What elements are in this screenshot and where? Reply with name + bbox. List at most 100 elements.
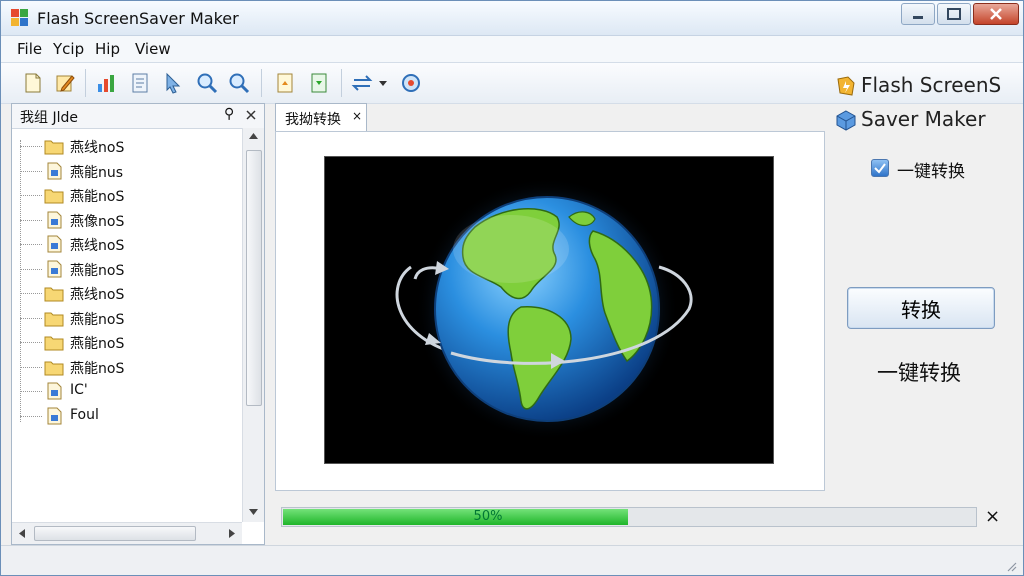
tree-item-label: 燕能noS — [70, 262, 125, 279]
earth-globe-image — [395, 177, 693, 441]
minimize-icon — [913, 16, 923, 19]
pointer-icon[interactable] — [161, 71, 185, 95]
tree-item[interactable]: 燕线noS — [12, 281, 242, 305]
refresh-icon[interactable] — [399, 71, 423, 95]
preview-frame — [275, 131, 825, 491]
scroll-left-icon[interactable] — [18, 528, 26, 539]
app-window: Flash ScreenSaver Maker File Ycip Hip Vi… — [0, 0, 1024, 576]
menu-hip[interactable]: Hip — [95, 40, 120, 58]
screensaver-preview — [324, 156, 774, 464]
close-window-button[interactable] — [973, 3, 1019, 25]
folder-icon — [44, 140, 64, 155]
tree-item[interactable]: 燕能noS — [12, 355, 242, 379]
tree-item[interactable]: Foul — [12, 404, 242, 428]
document-icon — [47, 260, 62, 277]
scroll-up-icon[interactable] — [248, 132, 259, 140]
scroll-thumb[interactable] — [34, 526, 196, 541]
import-icon[interactable] — [307, 71, 331, 95]
one-click-option[interactable]: 一键转换 — [871, 157, 1021, 182]
folder-icon — [44, 287, 64, 302]
sidebar-vertical-scrollbar[interactable] — [242, 128, 264, 522]
document-icon[interactable] — [129, 71, 153, 95]
progress-close-icon[interactable]: × — [985, 506, 1000, 527]
tree-item[interactable]: 燕线noS — [12, 134, 242, 158]
folder-icon — [44, 189, 64, 204]
document-icon — [47, 235, 62, 253]
maximize-icon — [947, 8, 961, 20]
one-click-checkbox[interactable] — [871, 159, 889, 177]
tree-item-label: IC' — [70, 382, 88, 398]
convert-button[interactable]: 转换 — [847, 287, 995, 329]
tree-connector — [20, 342, 42, 343]
toolbar-separator — [261, 69, 262, 97]
tree-item[interactable]: 燕能noS — [12, 183, 242, 207]
brand-title-line1: Flash ScreenS — [861, 73, 1002, 97]
tree-connector — [20, 391, 42, 392]
tree-connector — [20, 170, 42, 172]
zoom-in-icon[interactable] — [195, 71, 219, 95]
minimize-button[interactable] — [901, 3, 935, 25]
tree-item-label: 燕能noS — [70, 189, 125, 205]
tree-connector — [20, 268, 42, 270]
tab-convert[interactable]: 我拗转换 × — [275, 103, 367, 132]
tree-item[interactable]: 燕能noS — [12, 306, 242, 330]
brand-title-line2: Saver Maker — [861, 107, 986, 131]
tree-item-label: 燕能noS — [70, 360, 125, 377]
progress-percent-text: 50% — [473, 509, 503, 524]
tree-item[interactable]: 燕能noS — [12, 330, 242, 354]
tree-item-label: Foul — [70, 406, 99, 423]
status-bar — [1, 545, 1023, 575]
resize-grip-icon[interactable] — [1005, 560, 1017, 572]
app-logo-icon — [11, 9, 28, 26]
tree-item-label: 燕线noS — [70, 140, 125, 156]
scroll-thumb[interactable] — [246, 150, 262, 406]
sidebar-title: 我组 Jlde — [20, 110, 78, 126]
folder-icon — [44, 336, 64, 351]
tree-item-label: 燕线noS — [70, 287, 125, 303]
menu-file[interactable]: File — [17, 40, 42, 58]
tab-close-icon[interactable]: × — [352, 109, 362, 123]
tree-item[interactable]: 燕能nus — [12, 159, 242, 183]
brand-flash-icon — [837, 76, 855, 96]
zoom-out-icon[interactable] — [227, 71, 251, 95]
export-icon[interactable] — [273, 71, 297, 95]
document-icon — [47, 162, 62, 179]
menu-view[interactable]: View — [135, 40, 171, 58]
chart-icon[interactable] — [95, 71, 119, 95]
scroll-down-icon[interactable] — [248, 508, 259, 516]
tree-item[interactable]: 燕能noS — [12, 257, 242, 281]
tree-connector — [20, 415, 42, 417]
tree-item[interactable]: IC' — [12, 379, 242, 403]
sidebar-horizontal-scrollbar[interactable] — [12, 522, 242, 544]
scroll-right-icon[interactable] — [228, 528, 236, 539]
tree-connector — [20, 244, 42, 245]
tree-item[interactable]: 燕像noS — [12, 208, 242, 232]
tree-connector — [20, 146, 42, 147]
tree-item[interactable]: 燕线noS — [12, 232, 242, 256]
tree-item-label: 燕线noS — [70, 238, 125, 254]
sidebar-close-icon[interactable] — [244, 108, 258, 122]
document-icon — [47, 407, 62, 424]
tree-item-label: 燕像noS — [70, 213, 125, 230]
document-icon — [47, 382, 62, 400]
tree-connector — [20, 293, 42, 294]
folder-icon — [44, 312, 64, 326]
tree-item-label: 燕能noS — [70, 336, 125, 352]
edit-icon[interactable] — [53, 71, 77, 95]
pin-icon[interactable]: ⚲ — [224, 106, 234, 122]
brand-cube-icon — [836, 110, 856, 131]
sidebar-panel: 我组 Jlde ⚲ 燕线noS 燕能nus 燕能noS 燕像noS 燕线noS 燕能noS… — [11, 103, 265, 545]
tree-connector — [20, 317, 42, 319]
maximize-button[interactable] — [937, 3, 971, 25]
tree-connector — [20, 366, 42, 368]
new-file-icon[interactable] — [21, 71, 45, 95]
toolbar-separator — [85, 69, 86, 97]
sidebar-header: 我组 Jlde ⚲ — [12, 104, 264, 129]
document-icon — [47, 211, 62, 228]
transfer-icon[interactable] — [351, 71, 389, 95]
tree-item-label: 燕能noS — [70, 311, 125, 328]
right-panel: Flash ScreenS Saver Maker 一键转换 转换 一键转换 — [827, 71, 1023, 511]
close-icon — [990, 8, 1002, 20]
tree-connector — [20, 195, 42, 196]
menu-ycip[interactable]: Ycip — [53, 40, 84, 58]
